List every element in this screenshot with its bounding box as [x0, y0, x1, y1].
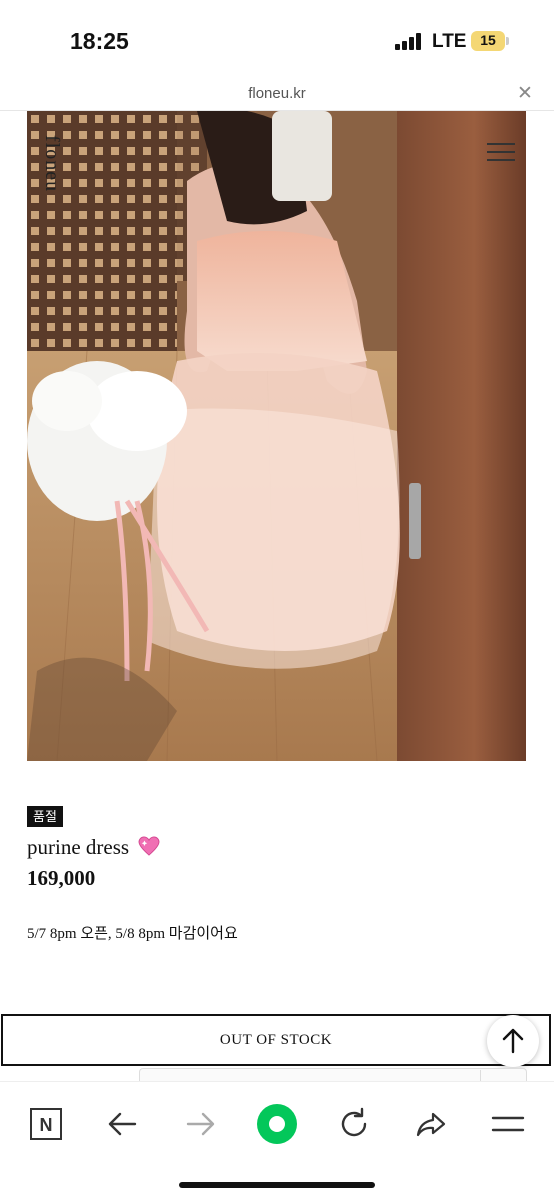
brand-logo[interactable]: floneu [40, 135, 63, 192]
arrow-up-icon [502, 1028, 524, 1054]
battery-level: 15 [480, 32, 496, 48]
menu-lines-icon[interactable] [486, 1102, 530, 1146]
hamburger-menu-icon[interactable] [487, 143, 515, 163]
back-arrow-icon[interactable] [101, 1102, 145, 1146]
browser-url-bar: floneu.kr ✕ [0, 80, 554, 111]
product-name: purine dress [27, 835, 160, 860]
naver-n-icon[interactable]: N [24, 1102, 68, 1146]
status-bar: 18:25 LTE 15 [0, 0, 554, 80]
reload-icon[interactable] [332, 1102, 376, 1146]
sale-notice: 5/7 8pm 오픈, 5/8 8pm 마감이어요 [27, 926, 238, 942]
home-indicator [179, 1182, 375, 1188]
product-photo: floneu [27, 111, 526, 761]
close-icon[interactable]: ✕ [515, 82, 535, 104]
battery-icon: 15 [471, 31, 505, 51]
green-dot-icon[interactable] [255, 1102, 299, 1146]
product-price: 169,000 [27, 866, 96, 890]
battery-tip [506, 37, 509, 45]
status-time: 18:25 [70, 28, 129, 54]
product-name-text: purine dress [27, 835, 130, 859]
network-label: LTE [432, 31, 467, 52]
share-icon[interactable] [409, 1102, 453, 1146]
forward-arrow-icon[interactable] [178, 1102, 222, 1146]
out-of-stock-button[interactable]: OUT OF STOCK [1, 1014, 551, 1066]
sold-out-badge: 품절 [27, 806, 63, 827]
svg-text:N: N [40, 1115, 53, 1135]
scroll-top-button[interactable] [487, 1015, 539, 1067]
out-of-stock-label: OUT OF STOCK [219, 1031, 333, 1048]
sparkling-heart-icon [138, 836, 160, 856]
url-text[interactable]: floneu.kr [0, 85, 554, 102]
browser-toolbar: N [0, 1081, 554, 1201]
product-photo-illustration [27, 111, 526, 761]
signal-icon [395, 33, 421, 50]
